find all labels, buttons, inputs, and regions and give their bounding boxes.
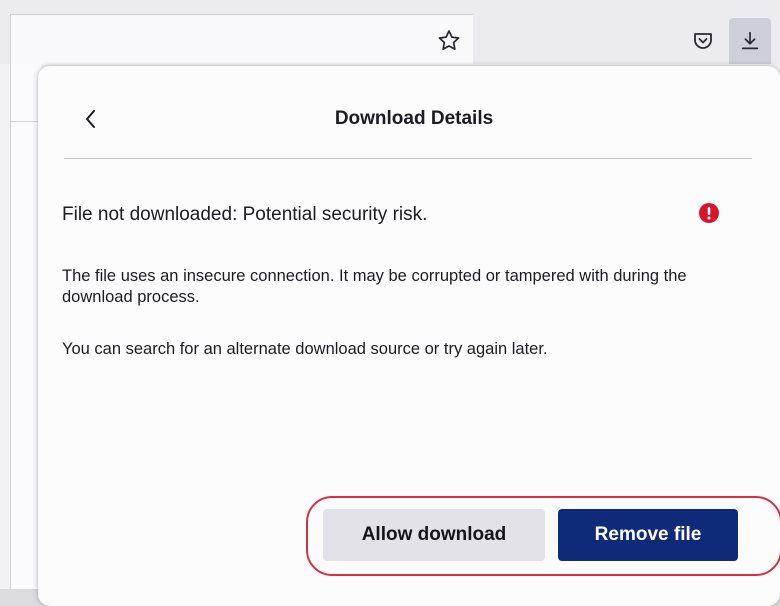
remove-file-button[interactable]: Remove file — [558, 509, 738, 561]
header-divider — [64, 158, 752, 159]
pocket-icon[interactable] — [690, 28, 716, 54]
error-icon — [698, 202, 720, 224]
security-description: The file uses an insecure connection. It… — [62, 267, 687, 306]
download-details-panel: Download Details File not downloaded: Po… — [38, 66, 780, 606]
download-icon[interactable] — [729, 18, 771, 64]
page-content-edge — [10, 64, 41, 589]
browser-toolbar — [0, 0, 780, 65]
allow-download-button[interactable]: Allow download — [323, 509, 545, 561]
star-icon[interactable] — [434, 26, 464, 56]
panel-title: Download Details — [334, 108, 494, 129]
url-bar[interactable] — [10, 14, 473, 65]
download-status: File not downloaded: Potential security … — [62, 204, 428, 225]
page-divider — [11, 121, 41, 122]
alternate-source-hint: You can search for an alternate download… — [62, 340, 548, 358]
